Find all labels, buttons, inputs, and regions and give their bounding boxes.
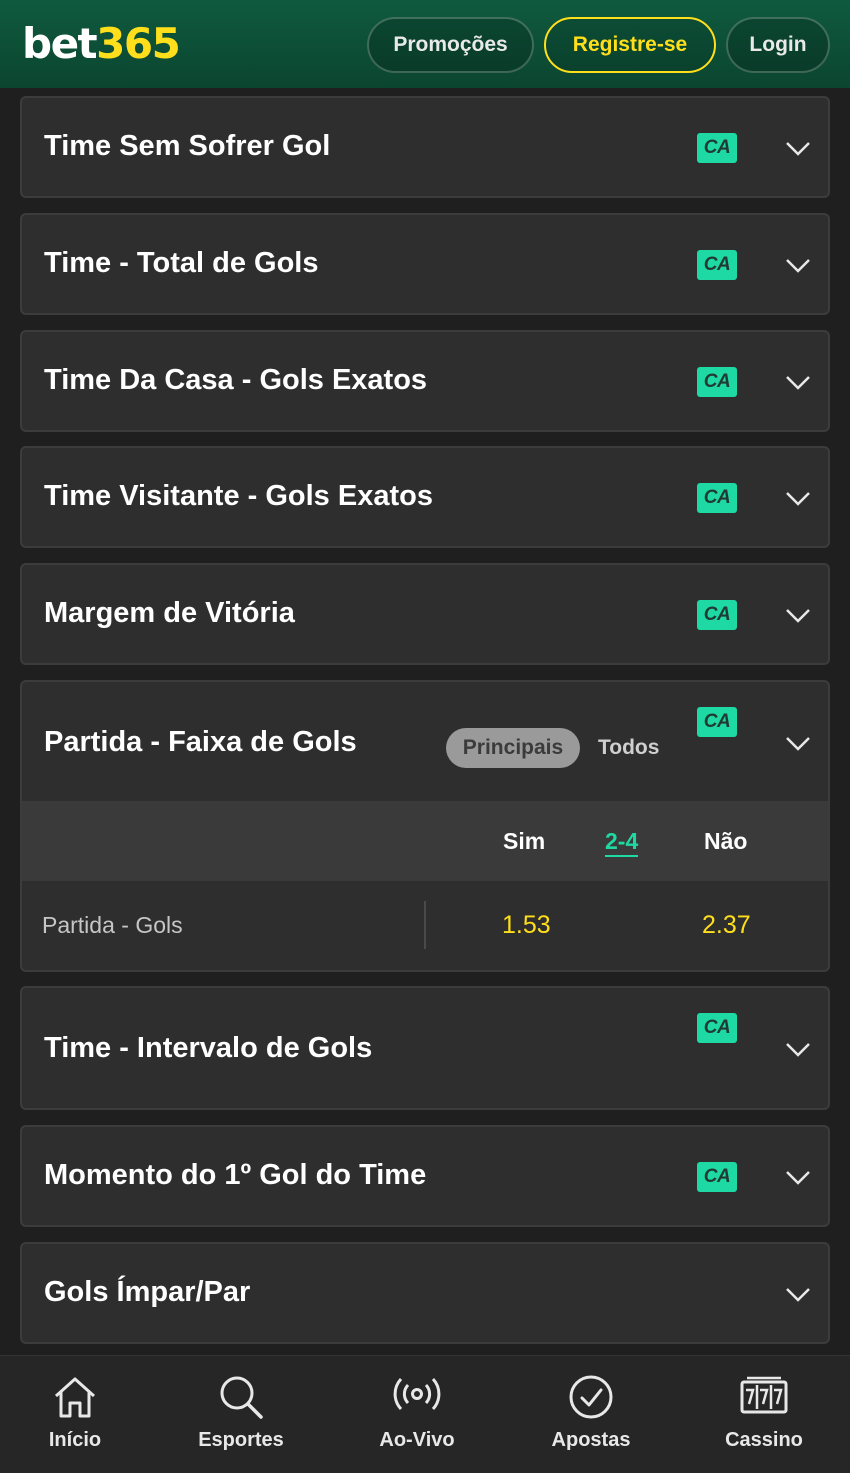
register-button[interactable]: Registre-se [544,17,716,73]
bottom-nav: Início Esportes Ao-Vivo Apostas Cassino [0,1355,850,1473]
tab-principais[interactable]: Principais [446,728,580,768]
ca-badge: CA [697,483,737,513]
market-card[interactable]: Time - Total de Gols CA [20,213,830,315]
slot-machine-icon [740,1376,788,1414]
market-card[interactable]: Time Da Casa - Gols Exatos CA [20,330,830,432]
chevron-down-icon[interactable] [784,1169,812,1187]
market-title[interactable]: Partida - Faixa de Gols [44,726,357,759]
market-title: Gols Ímpar/Par [44,1276,251,1308]
market-title: Momento do 1º Gol do Time [44,1159,427,1191]
col-range-selector[interactable]: 2-4 [605,801,639,881]
ca-badge: CA [697,133,737,163]
ca-badge: CA [697,600,737,630]
tab-todos[interactable]: Todos [598,728,659,768]
nav-cassino[interactable]: Cassino [689,1356,839,1473]
top-header: bet365 Promoções Registre-se Login [0,0,850,88]
nav-inicio[interactable]: Início [0,1356,150,1473]
login-button[interactable]: Login [726,17,830,73]
odds-column-header: Sim 2-4 Não [22,801,828,881]
ca-badge: CA [697,367,737,397]
market-title: Time - Total de Gols [44,247,319,279]
market-title: Time Visitante - Gols Exatos [44,480,433,512]
market-card[interactable]: Time Visitante - Gols Exatos CA [20,446,830,548]
chevron-down-icon[interactable] [784,257,812,275]
chevron-down-icon[interactable] [784,374,812,392]
nav-apostas[interactable]: Apostas [516,1356,666,1473]
nav-label: Cassino [725,1429,803,1451]
chevron-down-icon[interactable] [784,140,812,158]
market-title: Time Da Casa - Gols Exatos [44,364,428,396]
markets-list: Time Sem Sofrer Gol CA Time - Total de G… [0,88,850,1355]
market-title: Margem de Vitória [44,597,295,629]
nav-label: Início [48,1429,102,1451]
odd-sim-button[interactable]: 1.53 [502,881,551,969]
promotions-button[interactable]: Promoções [367,17,534,73]
nav-label: Ao-Vivo [379,1429,455,1451]
nav-ao-vivo[interactable]: Ao-Vivo [342,1356,492,1473]
market-card[interactable]: Momento do 1º Gol do Time CA [20,1125,830,1227]
chevron-down-icon[interactable] [784,490,812,508]
ca-badge: CA [697,1013,737,1043]
ca-badge: CA [697,707,737,737]
market-title: Time Sem Sofrer Gol [44,130,331,162]
check-circle-icon [569,1375,613,1419]
ca-badge: CA [697,1162,737,1192]
col-sim: Sim [503,828,546,854]
market-card[interactable]: Time - Intervalo de Gols CA [20,986,830,1110]
chevron-down-icon[interactable] [784,1286,812,1304]
nav-esportes[interactable]: Esportes [166,1356,316,1473]
chevron-down-icon[interactable] [784,607,812,625]
market-card[interactable]: Time Sem Sofrer Gol CA [20,96,830,198]
nav-label: Esportes [198,1429,284,1451]
market-card[interactable]: Margem de Vitória CA [20,563,830,665]
live-broadcast-icon [393,1377,441,1411]
market-title: Time - Intervalo de Gols [44,1032,373,1064]
home-icon [54,1377,96,1418]
odds-row-label: Partida - Gols [42,912,183,938]
odds-row: Partida - Gols 1.53 2.37 [22,881,828,969]
odd-nao-button[interactable]: 2.37 [702,881,751,969]
ca-badge: CA [697,250,737,280]
divider [424,901,426,949]
col-nao: Não [704,828,748,854]
chevron-down-icon[interactable] [784,735,812,753]
bet365-logo[interactable]: bet365 [22,20,181,68]
nav-label: Apostas [551,1429,631,1451]
search-icon [220,1376,263,1419]
market-card[interactable]: Gols Ímpar/Par [20,1242,830,1344]
chevron-down-icon[interactable] [784,1041,812,1059]
